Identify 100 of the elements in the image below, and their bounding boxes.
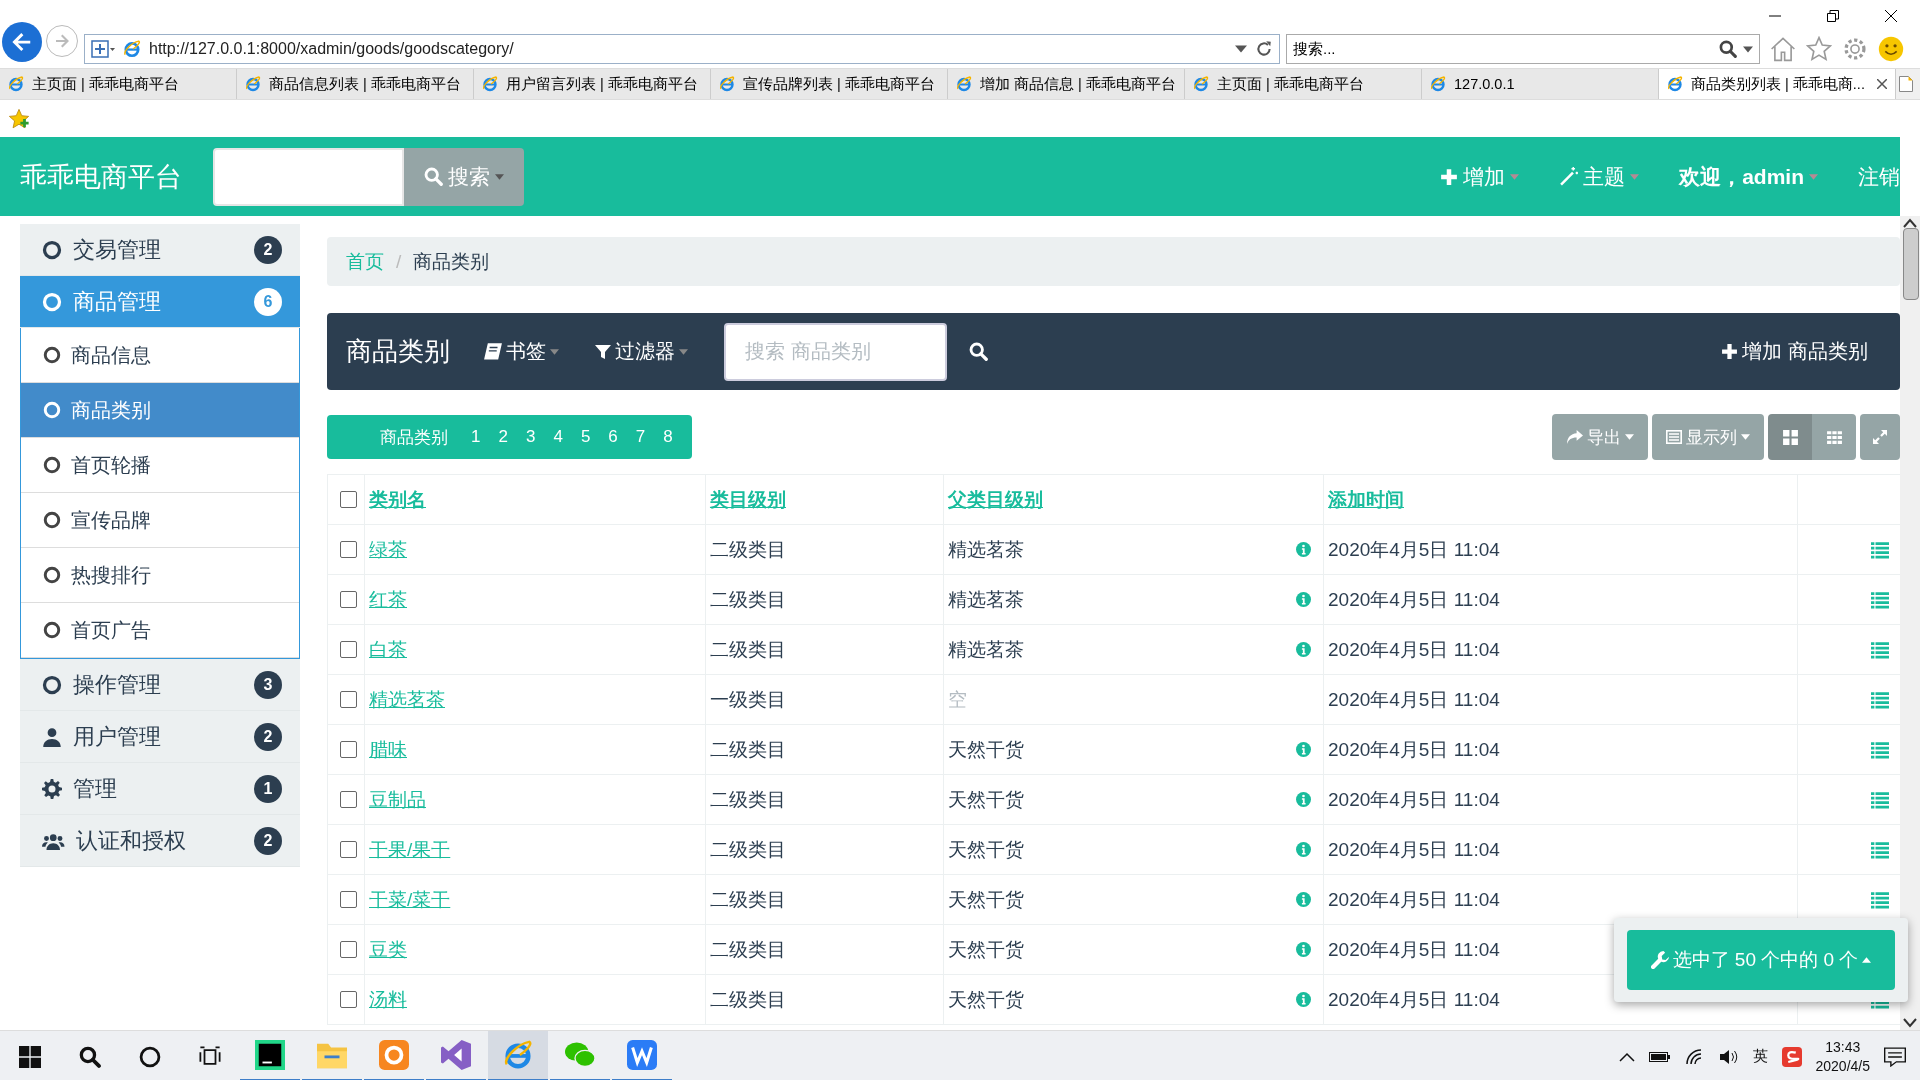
- sidebar-subitem[interactable]: 商品类别: [21, 383, 299, 438]
- checkbox[interactable]: [340, 691, 357, 708]
- list-icon[interactable]: [1870, 840, 1890, 859]
- back-button[interactable]: [2, 22, 42, 62]
- sidebar-item[interactable]: 操作管理 3: [20, 659, 300, 711]
- share-icon: [1566, 428, 1583, 446]
- volume-icon[interactable]: [1718, 1047, 1739, 1066]
- level-link[interactable]: 7: [626, 427, 655, 447]
- browser-tab[interactable]: 127.0.0.1: [1422, 69, 1659, 99]
- logout-link[interactable]: 注销: [1858, 162, 1900, 191]
- level-link[interactable]: 8: [654, 427, 682, 447]
- checkbox[interactable]: [340, 891, 357, 908]
- clock[interactable]: 13:43 2020/4/5: [1815, 1037, 1870, 1076]
- fullscreen-button[interactable]: [1860, 414, 1900, 460]
- sidebar-item[interactable]: 用户管理 2: [20, 711, 300, 763]
- dropdown-icon[interactable]: [1235, 45, 1247, 53]
- sidebar-item[interactable]: 商品管理 6: [20, 276, 300, 328]
- category-link[interactable]: 腊味: [369, 738, 407, 760]
- category-link[interactable]: 豆类: [369, 938, 407, 960]
- notification-icon[interactable]: [1884, 1046, 1906, 1067]
- category-link[interactable]: 干果/果干: [369, 838, 451, 860]
- sidebar-item[interactable]: 认证和授权 2: [20, 815, 300, 867]
- home-icon[interactable]: [1770, 36, 1796, 62]
- level-link[interactable]: 1: [462, 427, 490, 447]
- level-link[interactable]: 3: [516, 427, 545, 447]
- category-link[interactable]: 干菜/菜干: [369, 888, 451, 910]
- column-header[interactable]: 父类目级别: [948, 488, 1043, 510]
- level-link[interactable]: 4: [544, 427, 572, 447]
- add-category-button[interactable]: 增加 商品类别: [1721, 338, 1868, 365]
- export-button[interactable]: 导出: [1552, 414, 1648, 460]
- sidebar-item[interactable]: 交易管理 2: [20, 224, 300, 276]
- checkbox[interactable]: [340, 941, 357, 958]
- checkbox[interactable]: [340, 541, 357, 558]
- checkbox[interactable]: [340, 741, 357, 758]
- checkbox[interactable]: [340, 641, 357, 658]
- checkbox[interactable]: [340, 791, 357, 808]
- dropdown-icon[interactable]: [1743, 45, 1753, 53]
- breadcrumb-link[interactable]: 首页: [346, 248, 384, 275]
- selection-actions-button[interactable]: 选中了 50 个中的 0 个: [1627, 930, 1895, 990]
- scrollbar-thumb[interactable]: [1903, 228, 1919, 300]
- smiley-icon[interactable]: [1878, 36, 1904, 62]
- table-cell: 2020年4月5日 11:04: [1328, 688, 1500, 710]
- checkbox[interactable]: [340, 491, 357, 508]
- browser-tab[interactable]: 用户留言列表 | 乖乖电商平台: [474, 69, 711, 99]
- view-toggle[interactable]: [1768, 414, 1812, 460]
- battery-icon[interactable]: [1648, 1049, 1671, 1064]
- search-button[interactable]: 搜索: [404, 147, 524, 206]
- category-link[interactable]: 白茶: [369, 638, 407, 660]
- favorites-star-icon[interactable]: [8, 107, 30, 130]
- browser-tab[interactable]: 宣传品牌列表 | 乖乖电商平台: [711, 69, 948, 99]
- checkbox[interactable]: [340, 841, 357, 858]
- list-icon[interactable]: [1870, 640, 1890, 659]
- checkbox[interactable]: [340, 991, 357, 1008]
- chevron-up-icon[interactable]: [1618, 1051, 1635, 1062]
- scrollbar[interactable]: [1900, 216, 1920, 1030]
- column-header[interactable]: 添加时间: [1328, 488, 1404, 510]
- category-link[interactable]: 精选茗茶: [369, 688, 445, 710]
- level-link[interactable]: 6: [599, 427, 627, 447]
- column-header[interactable]: 类别名: [369, 488, 426, 510]
- nav-menu[interactable]: 主题: [1559, 162, 1640, 191]
- star-icon[interactable]: [1806, 36, 1832, 62]
- list-icon[interactable]: [1870, 690, 1890, 709]
- columns-button[interactable]: 显示列: [1652, 414, 1764, 460]
- category-link[interactable]: 绿茶: [369, 538, 407, 560]
- browser-tab[interactable]: 主页面 | 乖乖电商平台: [1185, 69, 1422, 99]
- category-link[interactable]: 汤料: [369, 988, 407, 1010]
- input-method-indicator[interactable]: 英: [1752, 1047, 1768, 1066]
- refresh-icon[interactable]: [1255, 40, 1273, 58]
- address-bar[interactable]: http://127.0.0.1:8000/xadmin/goods/goodscategory/: [84, 34, 1280, 64]
- browser-tab[interactable]: 增加 商品信息 | 乖乖电商平台: [948, 69, 1185, 99]
- filter-menu[interactable]: 过滤器: [595, 338, 688, 365]
- column-header[interactable]: 类目级别: [710, 488, 786, 510]
- input-app-icon[interactable]: [1781, 1046, 1802, 1067]
- bookmark-menu[interactable]: 书签: [484, 338, 559, 365]
- list-icon[interactable]: [1870, 540, 1890, 559]
- list-icon[interactable]: [1870, 790, 1890, 809]
- table-cell: 二级类目: [710, 738, 786, 760]
- level-link[interactable]: 2: [489, 427, 517, 447]
- list-icon[interactable]: [1870, 890, 1890, 909]
- circle-icon: [42, 291, 62, 312]
- category-link[interactable]: 红茶: [369, 588, 407, 610]
- settings-icon[interactable]: [1842, 36, 1868, 62]
- new-tab-icon[interactable]: [1899, 76, 1913, 92]
- browser-tab[interactable]: 商品信息列表 | 乖乖电商平台: [237, 69, 474, 99]
- list-icon[interactable]: [1870, 590, 1890, 609]
- search-field[interactable]: [213, 147, 404, 206]
- level-link[interactable]: 5: [571, 427, 600, 447]
- browser-tab[interactable]: 商品类别列表 | 乖乖电商...: [1659, 69, 1896, 99]
- windows-icon: [19, 1045, 41, 1068]
- nav-menu[interactable]: 增加: [1440, 162, 1520, 191]
- search-field[interactable]: 搜索...: [1286, 34, 1760, 64]
- browser-tab[interactable]: 主页面 | 乖乖电商平台: [0, 69, 237, 99]
- view-toggle[interactable]: [1812, 414, 1856, 460]
- sidebar-item[interactable]: 管理 1: [20, 763, 300, 815]
- list-icon[interactable]: [1870, 740, 1890, 759]
- category-link[interactable]: 豆制品: [369, 788, 426, 810]
- checkbox[interactable]: [340, 591, 357, 608]
- close-icon[interactable]: [1877, 79, 1887, 89]
- search-field[interactable]: 搜索 商品类别: [724, 322, 947, 381]
- nav-menu[interactable]: 欢迎，admin: [1679, 162, 1818, 191]
